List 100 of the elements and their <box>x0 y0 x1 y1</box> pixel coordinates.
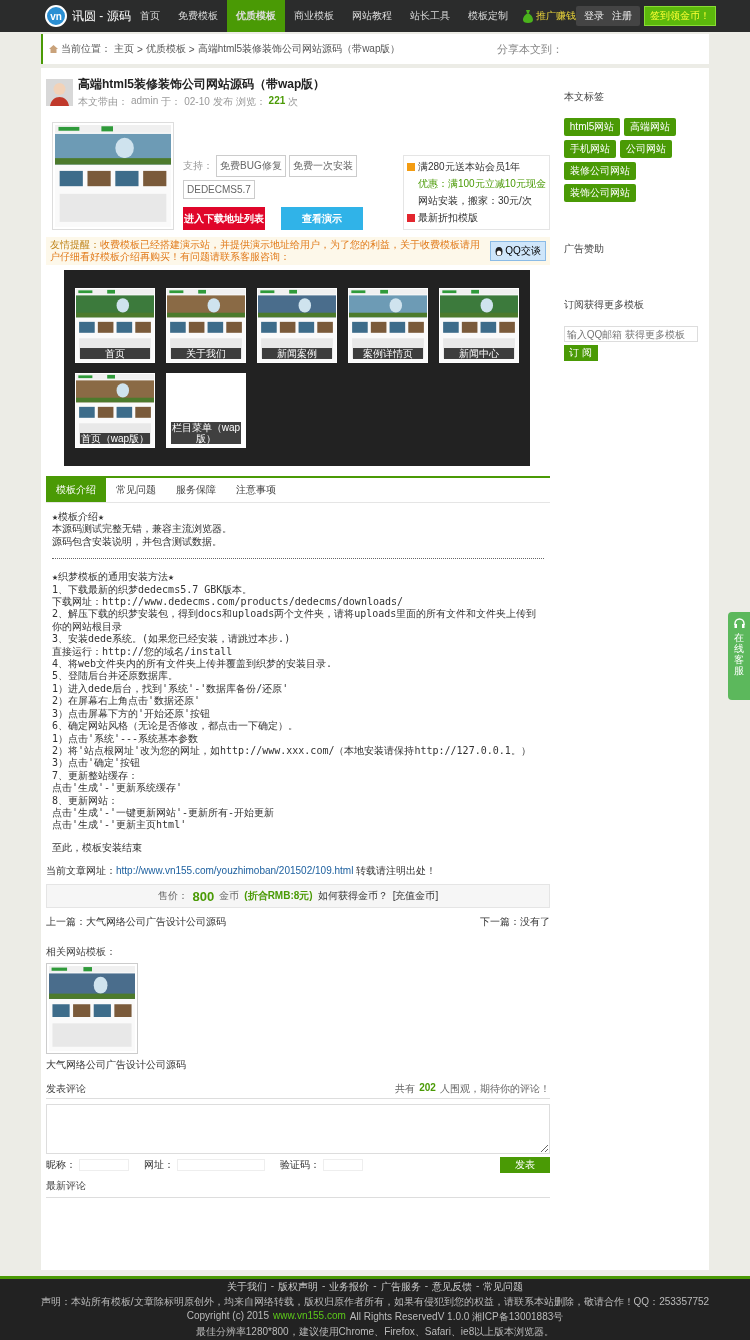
price-label: 售价： <box>157 889 188 904</box>
login-link[interactable]: 登录 <box>583 9 604 23</box>
screenshot-thumbnail[interactable]: 栏目菜单（wap版） <box>166 373 246 448</box>
author-label: 本文带由： <box>78 95 128 109</box>
breadcrumb-link[interactable]: 优质模板 <box>145 42 186 56</box>
recharge-link[interactable]: [充值金币] <box>392 889 439 904</box>
article-line: 2、解压下载的织梦安装包，得到docs和uploads两个文件夹，请将uploads里面的所有文件和文件夹上传到你的网站根目录 <box>52 608 538 633</box>
next-link[interactable]: 下一篇：没有了 <box>479 915 550 930</box>
count-prefix: 共有 <box>395 1082 416 1097</box>
views-unit: 次 <box>288 95 299 109</box>
copyright-text: Copyright (c) 2015 <box>186 1310 269 1323</box>
footer-separator: - <box>373 1280 377 1293</box>
resolution-note: 最佳分辨率1280*800，建议使用Chrome、Firefox、Safari、ie8以上版本浏览器。 <box>195 1325 555 1339</box>
comment-title: 发表评论 <box>46 1082 86 1097</box>
tag[interactable]: 高端网站 <box>624 118 677 136</box>
notice-text: 友情提醒：收费模板已经搭建演示站，并提供演示地址给用户，为了您的利益，关于收费模板请用户仔细看好模板介绍再购买！有问题请联系客服咨询： <box>50 239 481 263</box>
nav-item[interactable]: 商业模板 <box>284 0 343 32</box>
nav-item[interactable]: 免费模板 <box>168 0 227 32</box>
how-to-get-coins-link[interactable]: 如何获得金币？ <box>317 889 388 904</box>
footer-link[interactable]: 关于我们 <box>226 1280 267 1294</box>
count-suffix: 人围观，期待你的评论！ <box>439 1082 550 1097</box>
support-label: 支持： <box>183 159 213 173</box>
screenshot-thumbnail[interactable]: 案例详情页 <box>348 288 428 363</box>
article-line: 1、下载最新的织梦dedecms5.7 GBK版本。 <box>52 583 254 596</box>
ads-title: 广告赞助 <box>563 242 605 256</box>
footer-separator: - <box>424 1280 428 1293</box>
article-line: 5、登陆后台并还原数据库。 <box>52 670 180 683</box>
promo-link[interactable]: 推广赚钱 <box>522 0 576 32</box>
tag[interactable]: html5网站 <box>563 118 621 136</box>
download-button[interactable]: 进入下载地址列表 <box>183 207 265 230</box>
support-tag: 免费BUG修复 <box>216 155 286 177</box>
tab[interactable]: 模板介绍 <box>46 478 106 502</box>
breadcrumb-label: 当前位置： <box>61 42 111 56</box>
footer-link[interactable]: 意见反馈 <box>432 1280 472 1294</box>
related-caption[interactable]: 大气网络公司广告设计公司源码 <box>46 1058 550 1073</box>
article-line: 8、更新网站： <box>52 794 120 807</box>
previous-link[interactable]: 上一篇：大气网络公司广告设计公司源码 <box>46 915 226 930</box>
subscribe-title: 订阅获得更多模板 <box>563 298 645 312</box>
site-name[interactable]: 讯圆 - 源码 <box>72 7 131 25</box>
nav-item[interactable]: 网站教程 <box>342 0 401 32</box>
article-line: 6、确定网站风格（无论是否修改，都点击一下确定）。 <box>52 720 300 733</box>
offer-text: 网站安装，搬家：30元/次 <box>418 194 532 208</box>
qq-chat-button[interactable]: QQ交谈 <box>490 241 546 261</box>
views-label: 浏览： <box>235 95 266 109</box>
tag[interactable]: 装饰公司网站 <box>563 184 636 202</box>
article-line: 4、将web文件夹内的所有文件夹上传并覆盖到织梦的安装目录. <box>52 658 334 670</box>
screenshot-caption: 新闻案例 <box>262 348 332 359</box>
subscribe-button[interactable]: 订 阅 <box>563 345 598 361</box>
footer-link[interactable]: 业务报价 <box>329 1280 370 1294</box>
article-line: ★模板介绍★ <box>52 511 106 523</box>
tab[interactable]: 服务保障 <box>166 478 226 502</box>
article-line: 1）点击'系统'---系统基本参数 <box>52 732 200 745</box>
screenshot-thumbnail[interactable]: 关于我们 <box>166 288 246 363</box>
article-line: 3、安装dede系统。(如果您已经安装，请跳过本步.) <box>52 633 292 646</box>
footer-link[interactable]: 版权声明 <box>278 1280 318 1294</box>
tag[interactable]: 手机网站 <box>563 140 616 158</box>
screenshot-caption: 关于我们 <box>171 348 241 359</box>
article-url-line: 当前文章网址：http://www.vn155.com/youzhimoban/201502/109.html 转载请注明出处！ <box>46 864 438 879</box>
screenshot-caption: 栏目菜单（wap版） <box>171 422 241 444</box>
screenshot-caption: 首页 <box>80 348 150 359</box>
view-count: 202 <box>419 1082 436 1096</box>
article-title: 高端html5装修装饰公司网站源码（带wap版） <box>78 76 326 93</box>
author-name: admin <box>131 95 159 108</box>
footer-separator: - <box>476 1280 480 1293</box>
article-line: 点击'生成'-'一键更新网站'-更新所有-开始更新 <box>52 806 276 819</box>
rmb-price: (折合RMB:8元) <box>244 889 313 904</box>
article-line: 2）将'站点根网址'改为您的网址，如http://www.xxx.com/（本地安装请保持http://127.0.0.1。） <box>52 744 532 757</box>
email-field[interactable]: 输入QQ邮箱 获得更多模板 <box>563 326 698 342</box>
support-tag: 免费一次安装 <box>288 155 357 177</box>
nav-item[interactable]: 站长工具 <box>400 0 459 32</box>
nav-item[interactable]: 模板定制 <box>458 0 517 32</box>
article-line: 下载网址：http://www.dedecms.com/products/dedecms/downloads/ <box>52 596 405 609</box>
tab[interactable]: 注意事项 <box>226 478 286 502</box>
penguin-icon <box>495 246 504 256</box>
nav-item[interactable]: 首页 <box>130 0 169 32</box>
tags-title: 本文标签 <box>563 90 605 104</box>
breadcrumb-link[interactable]: 主页 <box>114 42 134 56</box>
site-link[interactable]: www.vn155.com <box>273 1310 346 1324</box>
article-line: 点击'生成'-'更新系统缓存' <box>52 782 184 795</box>
screenshot-thumbnail[interactable]: 新闻案例 <box>257 288 337 363</box>
footer-link[interactable]: 广告服务 <box>380 1280 421 1294</box>
register-link[interactable]: 注册 <box>611 9 632 23</box>
comment-field[interactable] <box>46 1104 550 1155</box>
footer-link[interactable]: 常见问题 <box>483 1280 524 1294</box>
submit-button[interactable]: 发表 <box>499 1157 550 1174</box>
website-label: 网址： <box>144 1158 174 1173</box>
offer-text: 优惠：满100元立减10元现金 <box>418 177 546 191</box>
article-line: 点击'生成'-'更新主页html' <box>52 819 188 832</box>
screenshot-caption: 案例详情页 <box>353 348 423 359</box>
screenshot-thumbnail[interactable]: 新闻中心 <box>439 288 519 363</box>
breadcrumb-link[interactable]: 高端html5装修装饰公司网站源码（带wap版） <box>197 42 401 56</box>
article-url-link[interactable]: http://www.vn155.com/youzhimoban/201502/109.html <box>116 865 354 877</box>
article-line: 源码包含安装说明，并包含测试数据。 <box>52 535 223 549</box>
screenshot-thumbnail[interactable]: 首页 <box>75 288 155 363</box>
screenshot-thumbnail[interactable]: 首页（wap版） <box>75 373 155 448</box>
tag[interactable]: 公司网站 <box>619 140 672 158</box>
screenshot-caption: 首页（wap版） <box>80 433 150 444</box>
tag[interactable]: 装修公司网站 <box>563 162 636 180</box>
tab[interactable]: 常见问题 <box>106 478 166 502</box>
logo-mark[interactable]: vn <box>45 5 67 27</box>
